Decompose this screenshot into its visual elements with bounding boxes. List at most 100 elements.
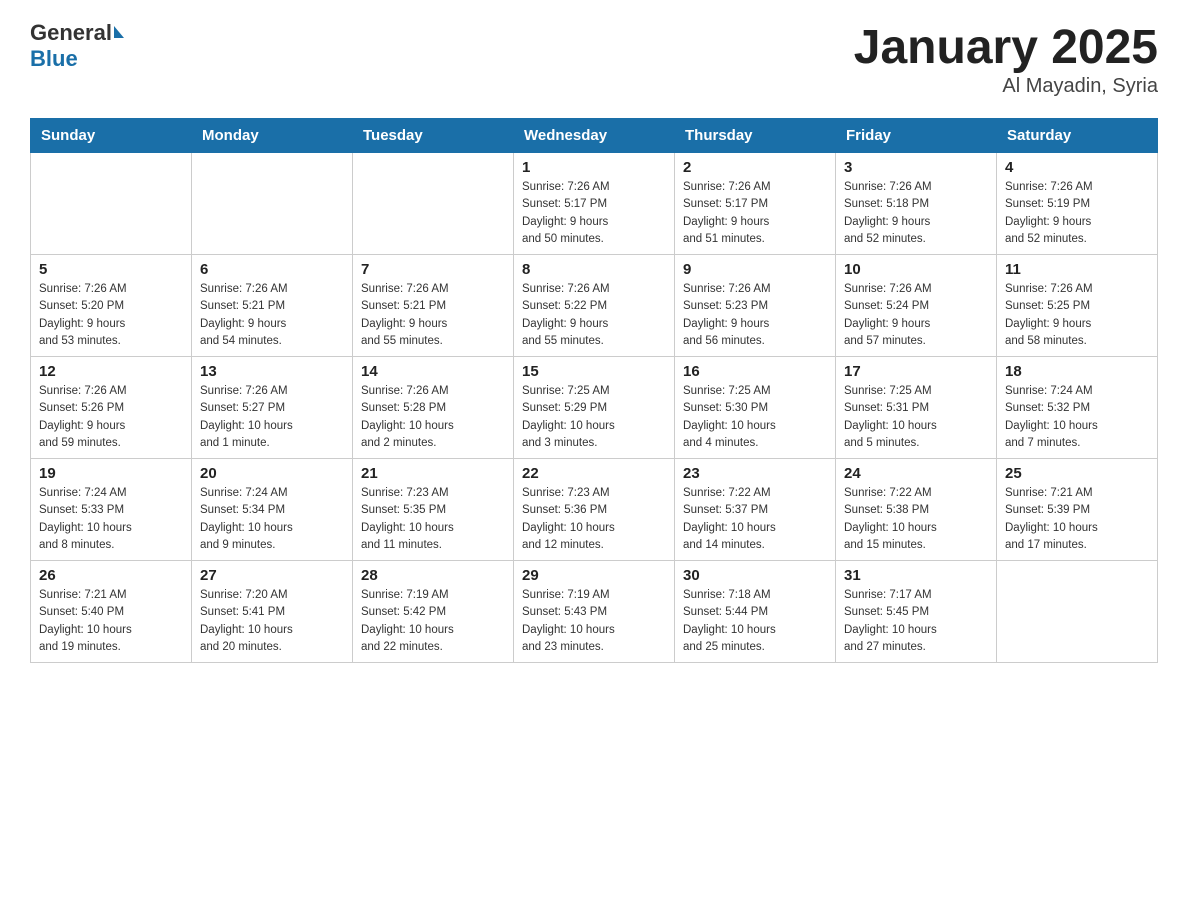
calendar-cell: 26 Sunrise: 7:21 AM Sunset: 5:40 PM Dayli… (31, 561, 192, 663)
day-info: Sunrise: 7:24 AM Sunset: 5:32 PM Dayligh… (1005, 383, 1149, 452)
logo-blue-text: Blue (30, 46, 124, 72)
day-info: Sunrise: 7:26 AM Sunset: 5:21 PM Dayligh… (361, 281, 505, 350)
day-info: Sunrise: 7:26 AM Sunset: 5:17 PM Dayligh… (522, 179, 666, 248)
calendar-week-row-5: 26 Sunrise: 7:21 AM Sunset: 5:40 PM Dayli… (31, 561, 1158, 663)
day-number: 12 (39, 363, 183, 380)
day-info: Sunrise: 7:19 AM Sunset: 5:42 PM Dayligh… (361, 587, 505, 656)
day-number: 9 (683, 261, 827, 278)
calendar-cell: 5 Sunrise: 7:26 AM Sunset: 5:20 PM Daylig… (31, 255, 192, 357)
logo-triangle-icon (114, 26, 124, 38)
title-area: January 2025 Al Mayadin, Syria (854, 20, 1158, 98)
calendar-cell: 24 Sunrise: 7:22 AM Sunset: 5:38 PM Dayli… (836, 459, 997, 561)
calendar-cell: 29 Sunrise: 7:19 AM Sunset: 5:43 PM Dayli… (514, 561, 675, 663)
day-number: 25 (1005, 465, 1149, 482)
calendar-week-row-3: 12Sunrise: 7:26 AM Sunset: 5:26 PM Dayli… (31, 357, 1158, 459)
day-info: Sunrise: 7:26 AM Sunset: 5:24 PM Dayligh… (844, 281, 988, 350)
calendar-cell: 22 Sunrise: 7:23 AM Sunset: 5:36 PM Dayli… (514, 459, 675, 561)
day-number: 5 (39, 261, 183, 278)
day-number: 19 (39, 465, 183, 482)
day-info: Sunrise: 7:26 AM Sunset: 5:23 PM Dayligh… (683, 281, 827, 350)
weekday-header-wednesday: Wednesday (514, 119, 675, 153)
calendar-cell (353, 153, 514, 255)
day-number: 13 (200, 363, 344, 380)
calendar-cell: 13 Sunrise: 7:26 AM Sunset: 5:27 PM Dayli… (192, 357, 353, 459)
day-info: Sunrise: 7:17 AM Sunset: 5:45 PM Dayligh… (844, 587, 988, 656)
day-number: 26 (39, 567, 183, 584)
calendar-cell: 6 Sunrise: 7:26 AM Sunset: 5:21 PM Daylig… (192, 255, 353, 357)
day-info: Sunrise: 7:24 AM Sunset: 5:34 PM Dayligh… (200, 485, 344, 554)
calendar-cell: 1 Sunrise: 7:26 AM Sunset: 5:17 PM Daylig… (514, 153, 675, 255)
calendar-cell: 25Sunrise: 7:21 AM Sunset: 5:39 PM Dayli… (997, 459, 1158, 561)
day-number: 2 (683, 159, 827, 176)
day-info: Sunrise: 7:25 AM Sunset: 5:29 PM Dayligh… (522, 383, 666, 452)
calendar-cell: 18 Sunrise: 7:24 AM Sunset: 5:32 PM Dayli… (997, 357, 1158, 459)
day-number: 6 (200, 261, 344, 278)
calendar-cell: 17Sunrise: 7:25 AM Sunset: 5:31 PM Dayli… (836, 357, 997, 459)
calendar-cell: 27Sunrise: 7:20 AM Sunset: 5:41 PM Dayli… (192, 561, 353, 663)
day-info: Sunrise: 7:26 AM Sunset: 5:28 PM Dayligh… (361, 383, 505, 452)
calendar-week-row-1: 1 Sunrise: 7:26 AM Sunset: 5:17 PM Daylig… (31, 153, 1158, 255)
day-number: 16 (683, 363, 827, 380)
calendar-cell: 7 Sunrise: 7:26 AM Sunset: 5:21 PM Daylig… (353, 255, 514, 357)
day-info: Sunrise: 7:19 AM Sunset: 5:43 PM Dayligh… (522, 587, 666, 656)
day-info: Sunrise: 7:23 AM Sunset: 5:35 PM Dayligh… (361, 485, 505, 554)
day-info: Sunrise: 7:26 AM Sunset: 5:27 PM Dayligh… (200, 383, 344, 452)
day-number: 27 (200, 567, 344, 584)
calendar-week-row-2: 5 Sunrise: 7:26 AM Sunset: 5:20 PM Daylig… (31, 255, 1158, 357)
calendar-table: SundayMondayTuesdayWednesdayThursdayFrid… (30, 118, 1158, 663)
day-info: Sunrise: 7:22 AM Sunset: 5:37 PM Dayligh… (683, 485, 827, 554)
calendar-cell (997, 561, 1158, 663)
logo-general-text: General (30, 20, 112, 46)
calendar-cell: 20 Sunrise: 7:24 AM Sunset: 5:34 PM Dayli… (192, 459, 353, 561)
calendar-cell (192, 153, 353, 255)
day-number: 28 (361, 567, 505, 584)
day-number: 22 (522, 465, 666, 482)
day-number: 18 (1005, 363, 1149, 380)
calendar-week-row-4: 19 Sunrise: 7:24 AM Sunset: 5:33 PM Dayli… (31, 459, 1158, 561)
day-number: 7 (361, 261, 505, 278)
month-year-title: January 2025 (854, 20, 1158, 75)
weekday-header-sunday: Sunday (31, 119, 192, 153)
calendar-cell: 8 Sunrise: 7:26 AM Sunset: 5:22 PM Daylig… (514, 255, 675, 357)
day-number: 30 (683, 567, 827, 584)
location-subtitle: Al Mayadin, Syria (854, 75, 1158, 98)
calendar-cell: 15Sunrise: 7:25 AM Sunset: 5:29 PM Dayli… (514, 357, 675, 459)
calendar-cell: 3Sunrise: 7:26 AM Sunset: 5:18 PM Daylig… (836, 153, 997, 255)
day-info: Sunrise: 7:26 AM Sunset: 5:20 PM Dayligh… (39, 281, 183, 350)
day-number: 23 (683, 465, 827, 482)
day-info: Sunrise: 7:26 AM Sunset: 5:25 PM Dayligh… (1005, 281, 1149, 350)
calendar-cell: 12Sunrise: 7:26 AM Sunset: 5:26 PM Dayli… (31, 357, 192, 459)
day-number: 1 (522, 159, 666, 176)
day-number: 21 (361, 465, 505, 482)
day-number: 29 (522, 567, 666, 584)
day-number: 24 (844, 465, 988, 482)
day-number: 31 (844, 567, 988, 584)
day-info: Sunrise: 7:22 AM Sunset: 5:38 PM Dayligh… (844, 485, 988, 554)
calendar-cell: 19 Sunrise: 7:24 AM Sunset: 5:33 PM Dayli… (31, 459, 192, 561)
calendar-cell: 28 Sunrise: 7:19 AM Sunset: 5:42 PM Dayli… (353, 561, 514, 663)
day-number: 10 (844, 261, 988, 278)
weekday-header-friday: Friday (836, 119, 997, 153)
day-number: 8 (522, 261, 666, 278)
calendar-cell: 31 Sunrise: 7:17 AM Sunset: 5:45 PM Dayli… (836, 561, 997, 663)
day-number: 4 (1005, 159, 1149, 176)
weekday-header-monday: Monday (192, 119, 353, 153)
weekday-header-saturday: Saturday (997, 119, 1158, 153)
calendar-cell: 23 Sunrise: 7:22 AM Sunset: 5:37 PM Dayli… (675, 459, 836, 561)
day-number: 20 (200, 465, 344, 482)
weekday-header-tuesday: Tuesday (353, 119, 514, 153)
day-info: Sunrise: 7:18 AM Sunset: 5:44 PM Dayligh… (683, 587, 827, 656)
calendar-cell: 9 Sunrise: 7:26 AM Sunset: 5:23 PM Daylig… (675, 255, 836, 357)
day-info: Sunrise: 7:26 AM Sunset: 5:21 PM Dayligh… (200, 281, 344, 350)
day-info: Sunrise: 7:21 AM Sunset: 5:40 PM Dayligh… (39, 587, 183, 656)
calendar-cell: 16Sunrise: 7:25 AM Sunset: 5:30 PM Dayli… (675, 357, 836, 459)
logo: General Blue (30, 20, 124, 72)
day-info: Sunrise: 7:26 AM Sunset: 5:19 PM Dayligh… (1005, 179, 1149, 248)
day-info: Sunrise: 7:26 AM Sunset: 5:18 PM Dayligh… (844, 179, 988, 248)
day-info: Sunrise: 7:23 AM Sunset: 5:36 PM Dayligh… (522, 485, 666, 554)
day-info: Sunrise: 7:25 AM Sunset: 5:31 PM Dayligh… (844, 383, 988, 452)
calendar-cell: 21 Sunrise: 7:23 AM Sunset: 5:35 PM Dayli… (353, 459, 514, 561)
weekday-header-thursday: Thursday (675, 119, 836, 153)
day-info: Sunrise: 7:26 AM Sunset: 5:22 PM Dayligh… (522, 281, 666, 350)
day-info: Sunrise: 7:24 AM Sunset: 5:33 PM Dayligh… (39, 485, 183, 554)
